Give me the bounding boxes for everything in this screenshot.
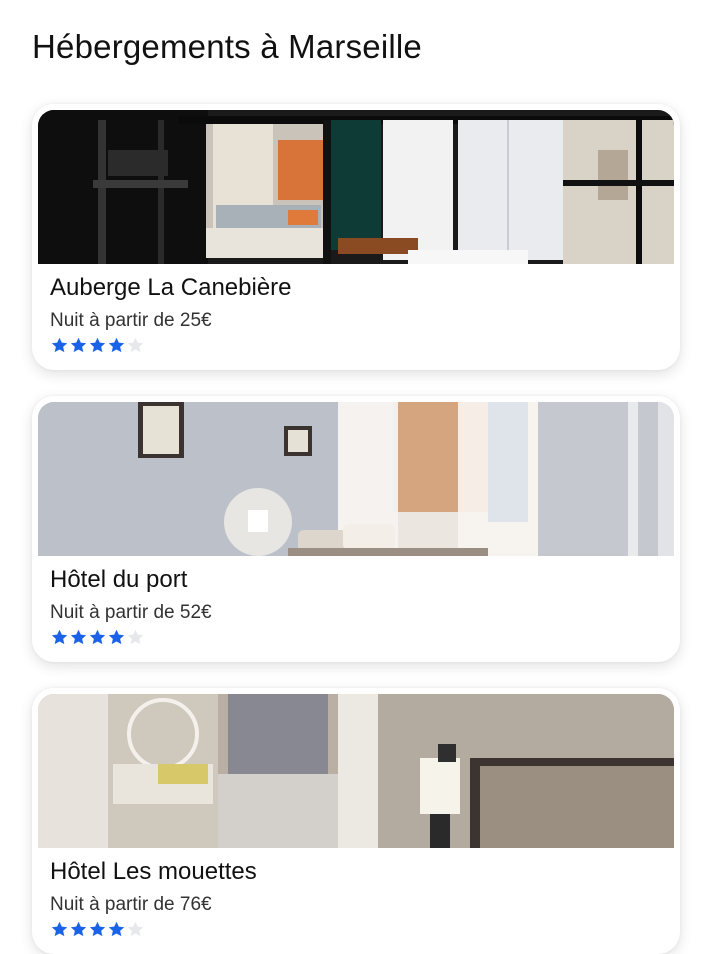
listing-card-auberge-la-canebiere[interactable]: Auberge La Canebière Nuit à partir de 25… — [32, 104, 680, 370]
star-filled-icon — [70, 629, 87, 645]
hotel-bedroom-photo[interactable] — [38, 694, 674, 848]
listing-price: Nuit à partir de 76€ — [50, 894, 212, 915]
star-filled-icon — [89, 629, 106, 645]
star-empty-icon — [127, 921, 144, 937]
hostel-dorm-photo[interactable] — [38, 110, 674, 264]
star-filled-icon — [108, 921, 125, 937]
star-empty-icon — [127, 337, 144, 353]
listing-card-hotel-les-mouettes[interactable]: Hôtel Les mouettes Nuit à partir de 76€ — [32, 688, 680, 954]
star-filled-icon — [51, 921, 68, 937]
hotel-room-photo[interactable] — [38, 402, 674, 556]
star-filled-icon — [70, 921, 87, 937]
star-filled-icon — [89, 921, 106, 937]
listing-name: Auberge La Canebière — [50, 274, 292, 301]
star-empty-icon — [127, 629, 144, 645]
star-rating — [50, 628, 145, 650]
star-filled-icon — [51, 629, 68, 645]
star-filled-icon — [51, 337, 68, 353]
listing-price: Nuit à partir de 25€ — [50, 310, 212, 331]
star-filled-icon — [89, 337, 106, 353]
page-title: Hébergements à Marseille — [32, 28, 422, 65]
listing-card-hotel-du-port[interactable]: Hôtel du port Nuit à partir de 52€ — [32, 396, 680, 662]
star-rating — [50, 336, 145, 358]
listing-price: Nuit à partir de 52€ — [50, 602, 212, 623]
listing-name: Hôtel Les mouettes — [50, 858, 257, 885]
star-filled-icon — [70, 337, 87, 353]
star-filled-icon — [108, 337, 125, 353]
star-filled-icon — [108, 629, 125, 645]
listing-name: Hôtel du port — [50, 566, 188, 593]
star-rating — [50, 920, 145, 942]
